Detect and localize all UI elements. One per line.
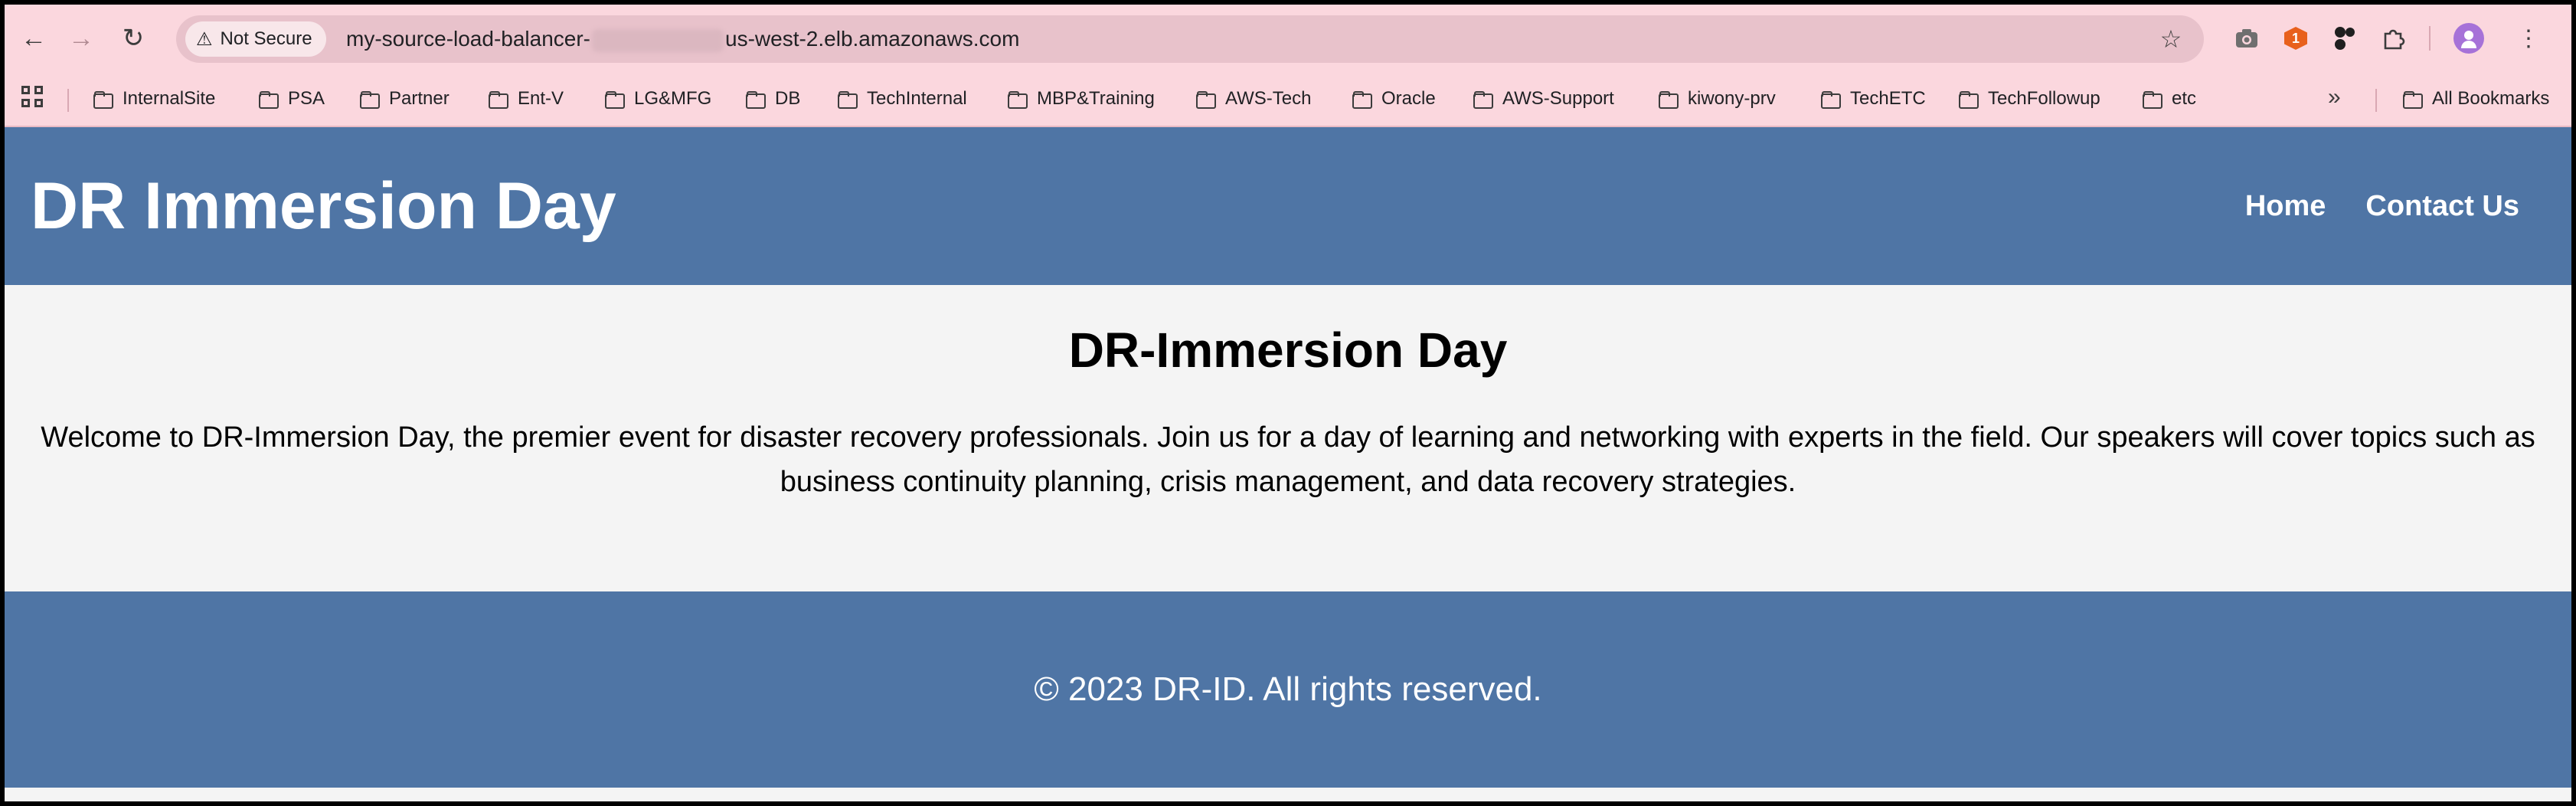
main-section: DR-Immersion Day Welcome to DR-Immersion… bbox=[5, 285, 2571, 591]
camera-icon[interactable] bbox=[2227, 18, 2267, 58]
bookmark-label: LG&MFG bbox=[634, 88, 712, 109]
bookmark-folder[interactable]: Oracle bbox=[1352, 83, 1436, 115]
bookmark-folder[interactable]: TechETC bbox=[1821, 83, 1926, 115]
all-bookmarks-folder[interactable]: All Bookmarks bbox=[2403, 83, 2549, 115]
site-title: DR Immersion Day bbox=[31, 169, 616, 243]
folder-icon bbox=[2403, 91, 2423, 109]
bookmark-folder[interactable]: TechInternal bbox=[838, 83, 967, 115]
folder-icon bbox=[1659, 91, 1679, 109]
folder-icon bbox=[2143, 91, 2162, 109]
bookmark-label: TechFollowup bbox=[1988, 88, 2100, 109]
warning-triangle-icon: ⚠ bbox=[196, 28, 213, 50]
bookmark-folder[interactable]: Partner bbox=[360, 83, 449, 115]
puzzle-extensions-icon[interactable] bbox=[2374, 18, 2414, 58]
bookmark-folder[interactable]: InternalSite bbox=[93, 83, 215, 115]
site-nav: Home Contact Us bbox=[2245, 127, 2519, 285]
extension-shield-icon[interactable]: 1 bbox=[2276, 18, 2316, 58]
toolbar-divider bbox=[2429, 26, 2431, 51]
nav-link-contact[interactable]: Contact Us bbox=[2365, 190, 2519, 223]
url-prefix: my-source-load-balancer- bbox=[346, 27, 591, 51]
kebab-menu-icon[interactable]: ⋮ bbox=[2509, 18, 2548, 58]
folder-icon bbox=[259, 91, 279, 109]
url-text[interactable]: my-source-load-balancer-us-west-2.elb.am… bbox=[346, 15, 1019, 63]
page-heading: DR-Immersion Day bbox=[1068, 323, 1508, 378]
bookmark-label: AWS-Tech bbox=[1225, 88, 1312, 109]
folder-icon bbox=[1352, 91, 1372, 109]
bookmark-label: MBP&Training bbox=[1037, 88, 1155, 109]
folder-icon bbox=[1473, 91, 1493, 109]
bookmark-label: etc bbox=[2172, 88, 2197, 109]
site-header: DR Immersion Day Home Contact Us bbox=[5, 127, 2571, 285]
folder-icon bbox=[1196, 91, 1216, 109]
folder-icon bbox=[838, 91, 858, 109]
folder-icon bbox=[93, 91, 113, 109]
bookmark-label: kiwony-prv bbox=[1688, 88, 1776, 109]
bookmark-folder[interactable]: AWS-Support bbox=[1473, 83, 1614, 115]
bookmark-folder[interactable]: AWS-Tech bbox=[1196, 83, 1311, 115]
nav-link-home[interactable]: Home bbox=[2245, 190, 2326, 223]
address-bar[interactable]: ⚠ Not Secure my-source-load-balancer-us-… bbox=[176, 15, 2204, 63]
bookmark-folder[interactable]: PSA bbox=[259, 83, 325, 115]
redacted-url-segment bbox=[592, 28, 724, 52]
bookmark-label: TechInternal bbox=[867, 88, 967, 109]
folder-icon bbox=[1959, 91, 1979, 109]
apps-grid-icon[interactable] bbox=[21, 86, 47, 112]
url-suffix: us-west-2.elb.amazonaws.com bbox=[725, 27, 1020, 51]
bookmarks-bar: InternalSite PSA Partner Ent-V LG&MFG DB… bbox=[5, 72, 2571, 127]
folder-icon bbox=[360, 91, 380, 109]
bookmark-folder[interactable]: DB bbox=[746, 83, 800, 115]
bookmark-label: InternalSite bbox=[123, 88, 216, 109]
page-bottom-strip bbox=[5, 788, 2571, 801]
footer-copyright: © 2023 DR-ID. All rights reserved. bbox=[1034, 670, 1542, 708]
reload-icon[interactable]: ↻ bbox=[112, 17, 155, 60]
folder-icon bbox=[746, 91, 766, 109]
bookmark-folder[interactable]: etc bbox=[2143, 83, 2196, 115]
more-bookmarks-chevron-icon[interactable]: » bbox=[2328, 84, 2341, 110]
browser-window: ← → ↻ ⚠ Not Secure my-source-load-balanc… bbox=[5, 5, 2571, 801]
bookmark-folder[interactable]: kiwony-prv bbox=[1659, 83, 1776, 115]
bookmark-separator bbox=[2375, 89, 2377, 112]
back-arrow-icon[interactable]: ← bbox=[12, 17, 55, 60]
extension-badge: 1 bbox=[2284, 27, 2307, 50]
bookmark-label: TechETC bbox=[1850, 88, 1926, 109]
security-chip[interactable]: ⚠ Not Secure bbox=[185, 21, 326, 57]
bookmark-label: Ent-V bbox=[518, 88, 564, 109]
profile-avatar[interactable] bbox=[2449, 18, 2489, 58]
site-footer: © 2023 DR-ID. All rights reserved. bbox=[5, 591, 2571, 788]
bookmark-label: PSA bbox=[288, 88, 325, 109]
intro-paragraph: Welcome to DR-Immersion Day, the premier… bbox=[41, 421, 2535, 498]
bookmark-folder[interactable]: LG&MFG bbox=[605, 83, 711, 115]
security-label: Not Secure bbox=[220, 28, 312, 49]
folder-icon bbox=[489, 91, 508, 109]
bookmark-folder[interactable]: MBP&Training bbox=[1008, 83, 1155, 115]
bookmark-folder[interactable]: TechFollowup bbox=[1959, 83, 2100, 115]
browser-toolbar: ← → ↻ ⚠ Not Secure my-source-load-balanc… bbox=[5, 5, 2571, 72]
bookmark-label: All Bookmarks bbox=[2432, 88, 2550, 109]
folder-icon bbox=[605, 91, 625, 109]
forward-arrow-icon[interactable]: → bbox=[60, 17, 103, 60]
folder-icon bbox=[1008, 91, 1028, 109]
avatar-icon bbox=[2453, 23, 2484, 54]
folder-icon bbox=[1821, 91, 1841, 109]
bookmark-label: DB bbox=[775, 88, 801, 109]
bookmark-star-icon[interactable]: ☆ bbox=[2153, 21, 2189, 57]
bookmark-label: Partner bbox=[389, 88, 449, 109]
extension-dots-icon[interactable] bbox=[2325, 18, 2365, 58]
bookmark-label: AWS-Support bbox=[1502, 88, 1614, 109]
bookmark-separator bbox=[67, 89, 69, 112]
bookmark-label: Oracle bbox=[1381, 88, 1436, 109]
bookmark-folder[interactable]: Ent-V bbox=[489, 83, 564, 115]
